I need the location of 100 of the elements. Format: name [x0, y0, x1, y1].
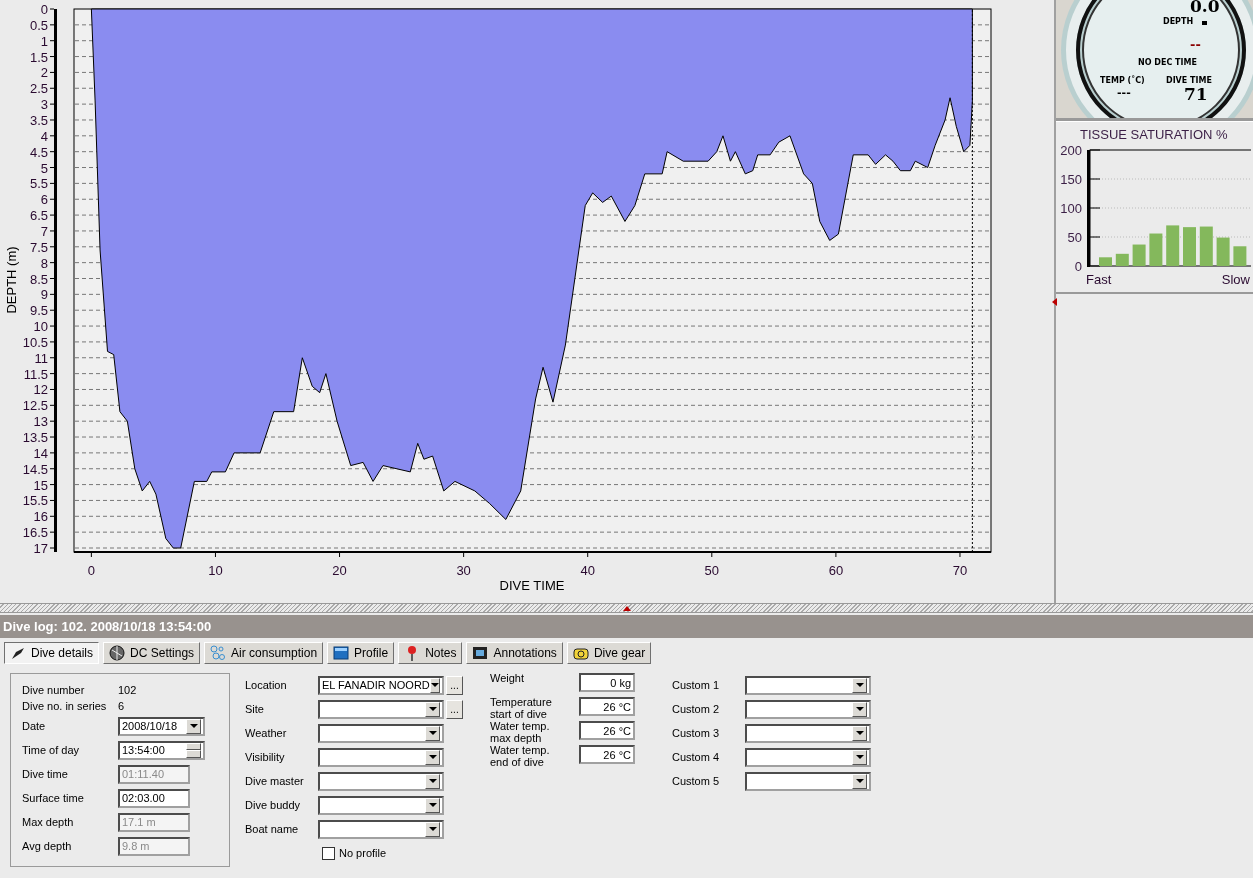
axis-tick-label: 10 — [33, 319, 48, 335]
field-label: Location — [245, 679, 288, 691]
axis-tick-label: 30 — [456, 563, 471, 578]
axis-tick-label: 0 — [87, 563, 95, 578]
field-label: Temperature start of dive — [490, 696, 553, 720]
field-label: Weather — [245, 727, 288, 739]
tab[interactable]: DC Settings — [103, 642, 201, 664]
browse-button[interactable]: ... — [446, 699, 463, 719]
axis-tick-label: 14 — [33, 445, 48, 461]
axis-tick-label: 14.5 — [22, 461, 48, 477]
axis-tick-label: 12.5 — [22, 398, 48, 414]
chart-title: TISSUE SATURATION % — [1080, 127, 1228, 142]
field-value: 102 — [118, 684, 137, 696]
field-label: Date — [22, 720, 47, 732]
tab[interactable]: Air consumption — [204, 642, 324, 664]
text-field[interactable]: 02:03.00 — [118, 788, 190, 808]
dropdown-field[interactable] — [318, 795, 444, 815]
panel-title: Dive log: 102. 2008/10/18 13:54:00 — [0, 615, 1253, 638]
field-label: Dive no. in series — [22, 700, 108, 712]
temperature-reading: --- — [1117, 86, 1131, 99]
film-icon — [472, 645, 489, 661]
text-field[interactable]: 0 kg — [579, 673, 635, 692]
axis-tick-label: 9 — [40, 287, 48, 303]
axis-tick-label: 0 — [40, 2, 48, 17]
axis-tick-label: 0 — [1074, 259, 1082, 274]
axis-tick-label: 3.5 — [29, 112, 48, 128]
dropdown-field[interactable] — [745, 699, 871, 719]
field-label: Water temp. max depth — [490, 720, 551, 744]
tab[interactable]: Profile — [327, 642, 395, 664]
field-label: Avg depth — [22, 840, 73, 852]
axis-end-label: Slow — [1221, 272, 1250, 287]
axis-tick-label: 13 — [33, 414, 48, 430]
text-field[interactable]: 26 °C — [579, 745, 635, 764]
axis-tick-label: 17 — [33, 541, 48, 556]
depth-label: DEPTH — [1163, 17, 1194, 26]
text-field[interactable]: 26 °C — [579, 721, 635, 740]
axis-tick-label: 15.5 — [22, 493, 48, 509]
dropdown-field[interactable] — [745, 771, 871, 791]
dive-time-label: DIVE TIME — [1166, 76, 1212, 85]
field-label: Boat name — [245, 823, 300, 835]
mask-icon — [572, 645, 589, 661]
axis-tick-label: 4 — [40, 128, 48, 144]
depth-reading: 0.0 — [1190, 0, 1220, 16]
checkbox[interactable] — [322, 846, 335, 860]
field-label: Surface time — [22, 792, 85, 804]
text-field[interactable]: 26 °C — [579, 697, 635, 716]
axis-tick-label: 8.5 — [29, 271, 48, 287]
dropdown-field[interactable] — [318, 723, 444, 743]
dropdown-field[interactable] — [318, 771, 444, 791]
field-label: Dive master — [245, 775, 305, 787]
dropdown-field[interactable] — [318, 819, 444, 839]
axis-tick-label: 70 — [952, 563, 968, 578]
tab[interactable]: Dive details — [4, 642, 100, 664]
axis-tick-label: 200 — [1060, 143, 1082, 158]
axis-tick-label: 16 — [33, 509, 48, 525]
axis-tick-label: 50 — [704, 563, 720, 578]
axis-tick-label: 60 — [828, 563, 844, 578]
axis-tick-label: 20 — [332, 563, 347, 578]
checkbox-label: No profile — [339, 847, 387, 859]
axis-tick-label: 16.5 — [22, 525, 48, 541]
field-label: Dive time — [22, 768, 69, 780]
axis-tick-label: 7 — [40, 223, 48, 239]
dropdown-field[interactable] — [745, 747, 871, 767]
temperature-label: TEMP (˚C) — [1100, 76, 1145, 85]
dropdown-field[interactable] — [745, 675, 871, 695]
browse-button[interactable]: ... — [446, 675, 463, 695]
field-label: Custom 3 — [672, 727, 721, 739]
dropdown-field[interactable] — [318, 747, 444, 767]
axis-tick-label: 100 — [1060, 201, 1082, 216]
globe-icon — [109, 645, 126, 661]
field-label: Dive number — [22, 684, 86, 696]
axis-tick-label: 9.5 — [29, 303, 48, 319]
axis-tick-label: 10.5 — [22, 334, 48, 350]
axis-tick-label: 10 — [208, 563, 223, 578]
axis-tick-label: 11.5 — [23, 366, 48, 382]
dropdown-field[interactable]: 2008/10/18 — [118, 716, 205, 736]
time-field[interactable]: 13:54:00 — [118, 740, 205, 760]
no-deco-reading: -- — [1190, 37, 1201, 52]
no-deco-label: NO DEC TIME — [1138, 58, 1197, 67]
tab[interactable]: Notes — [398, 642, 463, 664]
dropdown-field[interactable]: EL FANADIR NOORD — [318, 675, 444, 695]
axis-tick-label: 6.5 — [29, 208, 48, 224]
axis-tick-label: 40 — [580, 563, 595, 578]
field-label: Custom 1 — [672, 679, 721, 691]
axis-tick-label: 150 — [1060, 172, 1082, 187]
dropdown-field[interactable] — [745, 723, 871, 743]
spinner-icon — [186, 742, 201, 758]
axis-tick-label: 0.5 — [29, 17, 48, 33]
tab[interactable]: Dive gear — [566, 642, 652, 664]
axis-tick-label: 7.5 — [29, 239, 48, 255]
axis-end-label: Fast — [1086, 272, 1112, 287]
screen-icon — [333, 645, 350, 661]
fin-icon — [10, 645, 26, 661]
dropdown-field[interactable] — [318, 699, 444, 719]
field-label: Custom 2 — [672, 703, 721, 715]
axis-tick-label: 1 — [40, 33, 48, 49]
field-label: Max depth — [22, 816, 75, 828]
bubbles-icon — [210, 645, 227, 661]
axis-tick-label: 5.5 — [29, 176, 48, 192]
tab[interactable]: Annotations — [466, 642, 563, 664]
